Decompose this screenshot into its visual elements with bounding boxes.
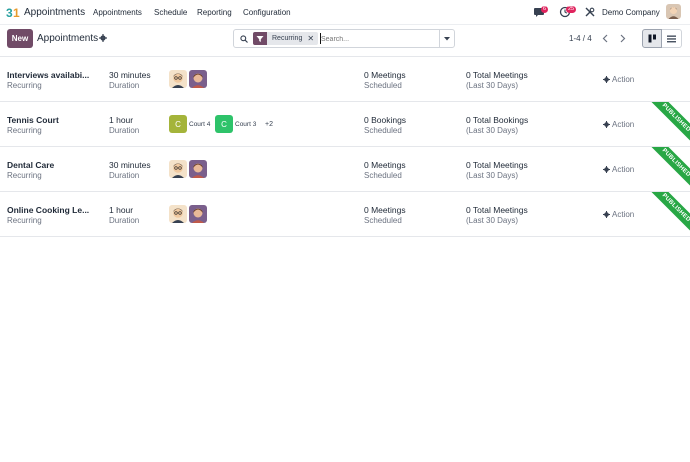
record-name: Online Cooking Le... bbox=[7, 205, 90, 215]
action-dropdown[interactable]: Action bbox=[603, 120, 634, 129]
record-type: Recurring bbox=[7, 216, 42, 225]
scheduled-count: 0 Meetings bbox=[364, 160, 406, 170]
menu-configuration[interactable]: Configuration bbox=[243, 8, 291, 17]
record-duration: 30 minutes bbox=[109, 160, 151, 170]
caret-down-icon bbox=[444, 36, 450, 40]
scheduled-label: Scheduled bbox=[364, 81, 402, 90]
record-duration: 30 minutes bbox=[109, 70, 151, 80]
pager-next-button[interactable] bbox=[617, 31, 629, 45]
search-input[interactable] bbox=[321, 33, 439, 45]
svg-text:1: 1 bbox=[13, 6, 20, 19]
chevron-left-icon bbox=[602, 34, 608, 42]
svg-text:3: 3 bbox=[6, 6, 13, 19]
staff-avatar[interactable] bbox=[169, 205, 187, 223]
action-label: Action bbox=[612, 165, 635, 174]
record-name: Dental Care bbox=[7, 160, 55, 170]
more-resources-count[interactable]: +2 bbox=[265, 121, 273, 128]
total-count: 0 Total Bookings bbox=[466, 115, 529, 125]
scheduled-label: Scheduled bbox=[364, 216, 402, 225]
scheduled-count: 0 Meetings bbox=[364, 205, 406, 215]
gear-icon bbox=[603, 166, 610, 173]
total-count: 0 Total Meetings bbox=[466, 70, 528, 80]
record-name: Tennis Court bbox=[7, 115, 59, 125]
scheduled-label: Scheduled bbox=[364, 126, 402, 135]
scheduled-label: Scheduled bbox=[364, 171, 402, 180]
pager-previous-button[interactable] bbox=[599, 31, 611, 45]
filter-icon bbox=[253, 32, 267, 45]
record-type: Recurring bbox=[7, 171, 42, 180]
staff-avatar[interactable] bbox=[169, 160, 187, 178]
resource-label: Court 4 bbox=[189, 121, 211, 128]
menu-schedule[interactable]: Schedule bbox=[154, 8, 187, 17]
appointment-record[interactable]: Interviews availabi... Recurring 30 minu… bbox=[0, 57, 690, 102]
total-count: 0 Total Meetings bbox=[466, 205, 528, 215]
resource-avatar[interactable]: C bbox=[169, 115, 187, 133]
total-count: 0 Total Meetings bbox=[466, 160, 528, 170]
record-type: Recurring bbox=[7, 81, 42, 90]
gear-icon bbox=[603, 121, 610, 128]
gear-icon bbox=[603, 76, 610, 83]
record-name: Interviews availabi... bbox=[7, 70, 90, 80]
record-duration: 1 hour bbox=[109, 115, 134, 125]
resource-label: Court 3 bbox=[235, 121, 257, 128]
menu-appointments[interactable]: Appointments bbox=[93, 8, 142, 17]
appointment-record[interactable]: Tennis Court Recurring 1 hour Duration C… bbox=[0, 102, 690, 147]
gear-icon bbox=[603, 211, 610, 218]
published-ribbon: PUBLISHED bbox=[643, 147, 690, 191]
scheduled-count: 0 Meetings bbox=[364, 70, 406, 80]
activity-badge: 25 bbox=[566, 6, 577, 13]
published-ribbon: PUBLISHED bbox=[643, 102, 690, 146]
total-period-label: (Last 30 Days) bbox=[466, 216, 519, 225]
duration-label: Duration bbox=[109, 216, 140, 225]
appointment-record[interactable]: Dental Care Recurring 30 minutes Duratio… bbox=[0, 147, 690, 192]
search-icon bbox=[240, 35, 248, 43]
staff-avatar[interactable] bbox=[169, 70, 187, 88]
scheduled-count: 0 Bookings bbox=[364, 115, 407, 125]
facet-remove-icon[interactable]: ✕ bbox=[307, 32, 314, 45]
new-button[interactable]: New bbox=[7, 29, 33, 48]
search-facet-recurring: Recurring ✕ bbox=[253, 32, 319, 45]
resource-avatar[interactable]: C bbox=[215, 115, 233, 133]
search-bar[interactable]: Recurring ✕ bbox=[233, 29, 455, 48]
total-period-label: (Last 30 Days) bbox=[466, 81, 519, 90]
facet-label: Recurring bbox=[272, 35, 303, 42]
kanban-icon bbox=[648, 34, 656, 43]
app-name[interactable]: Appointments bbox=[24, 7, 85, 18]
published-ribbon: PUBLISHED bbox=[643, 192, 690, 236]
duration-label: Duration bbox=[109, 126, 140, 135]
menu-reporting[interactable]: Reporting bbox=[197, 8, 232, 17]
action-dropdown[interactable]: Action bbox=[603, 210, 634, 219]
staff-avatar[interactable] bbox=[189, 70, 207, 88]
chevron-right-icon bbox=[620, 34, 626, 42]
duration-label: Duration bbox=[109, 171, 140, 180]
action-dropdown[interactable]: Action bbox=[603, 165, 634, 174]
search-options-toggle[interactable] bbox=[439, 30, 454, 47]
page-title: Appointments bbox=[37, 33, 99, 44]
appointment-record[interactable]: Online Cooking Le... Recurring 1 hour Du… bbox=[0, 192, 690, 237]
action-label: Action bbox=[612, 120, 635, 129]
actions-gear-icon[interactable] bbox=[99, 34, 107, 42]
record-type: Recurring bbox=[7, 126, 42, 135]
total-period-label: (Last 30 Days) bbox=[466, 126, 519, 135]
pager-value[interactable]: 1-4 / 4 bbox=[569, 34, 592, 43]
record-duration: 1 hour bbox=[109, 205, 134, 215]
appointments-app-logo-icon[interactable]: 3 1 bbox=[6, 5, 22, 19]
action-label: Action bbox=[612, 210, 635, 219]
staff-avatar[interactable] bbox=[189, 160, 207, 178]
list-view-button[interactable] bbox=[662, 29, 682, 48]
top-navbar: 3 1 Appointments Appointments Schedule R… bbox=[0, 0, 690, 25]
action-label: Action bbox=[612, 75, 635, 84]
staff-avatar[interactable] bbox=[189, 205, 207, 223]
action-dropdown[interactable]: Action bbox=[603, 75, 634, 84]
kanban-view-button[interactable] bbox=[642, 29, 662, 48]
debug-tools-icon[interactable] bbox=[585, 7, 595, 17]
list-icon bbox=[667, 35, 676, 42]
total-period-label: (Last 30 Days) bbox=[466, 171, 519, 180]
duration-label: Duration bbox=[109, 81, 140, 90]
chat-badge: 6 bbox=[541, 6, 549, 13]
user-avatar[interactable] bbox=[666, 4, 681, 19]
company-switcher[interactable]: Demo Company bbox=[602, 8, 660, 17]
